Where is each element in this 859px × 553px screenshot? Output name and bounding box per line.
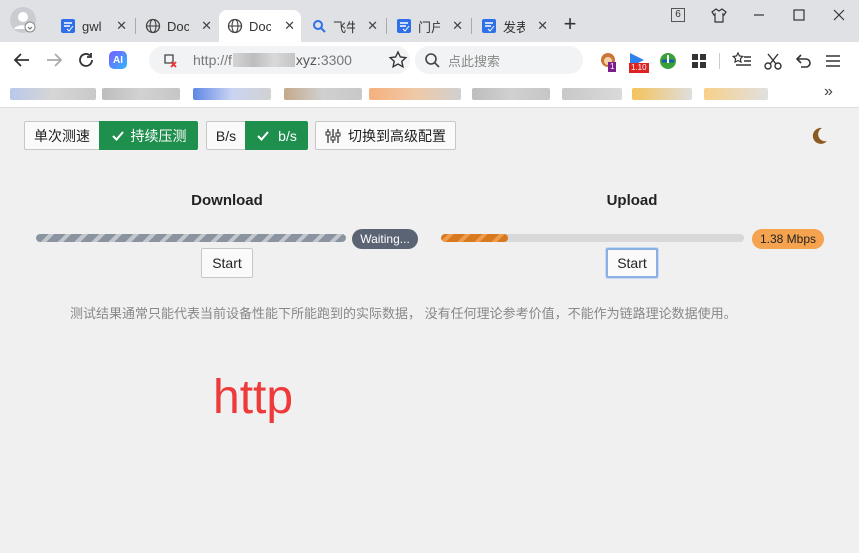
download-progress-bar bbox=[36, 234, 346, 242]
download-title: Download bbox=[191, 192, 263, 209]
tab-divider bbox=[386, 18, 387, 34]
menu-icon[interactable] bbox=[823, 51, 843, 71]
url-host-tail: xyz: bbox=[295, 52, 321, 68]
close-icon[interactable]: ✕ bbox=[284, 18, 295, 34]
bookmark-item[interactable] bbox=[704, 88, 768, 100]
page-content bbox=[0, 108, 859, 553]
globe-icon bbox=[145, 18, 161, 34]
bookmark-item[interactable] bbox=[632, 88, 692, 100]
search-box[interactable]: 点此搜索 bbox=[415, 46, 583, 74]
bookmark-item[interactable] bbox=[284, 88, 362, 100]
back-button[interactable] bbox=[10, 48, 34, 72]
form-icon bbox=[481, 18, 497, 34]
check-icon bbox=[257, 130, 269, 141]
insecure-lock-icon[interactable] bbox=[161, 51, 179, 69]
sliders-icon bbox=[325, 128, 341, 143]
address-bar[interactable]: http://f xyz: 3300 bbox=[149, 46, 410, 74]
search-icon bbox=[311, 18, 327, 34]
upload-progress-fill bbox=[441, 234, 508, 242]
extension-monkey-icon[interactable]: 1 bbox=[598, 51, 620, 73]
unit-bits-button[interactable]: b/s bbox=[245, 121, 308, 150]
extension-badge: 1 bbox=[608, 62, 617, 72]
new-tab-button[interactable]: + bbox=[560, 11, 580, 36]
tab-title: 飞牛 bbox=[333, 19, 355, 35]
tab-strip: gwl ✕ Doc ✕ Doc ✕ 飞牛 ✕ 门户 ✕ 发表 ✕ + 6 bbox=[0, 0, 859, 42]
tab-2[interactable]: Doc ✕ bbox=[137, 10, 218, 42]
tab-title: 门户 bbox=[418, 19, 440, 35]
tab-3-active[interactable]: Doc ✕ bbox=[219, 10, 301, 42]
profile-avatar[interactable] bbox=[10, 7, 36, 33]
reload-button[interactable] bbox=[74, 48, 98, 72]
scissors-icon[interactable] bbox=[763, 51, 783, 71]
dark-mode-moon-icon[interactable] bbox=[809, 126, 829, 146]
bookmark-star-icon[interactable] bbox=[388, 50, 408, 70]
close-icon[interactable]: ✕ bbox=[452, 18, 463, 34]
tab-title: gwl bbox=[82, 18, 102, 34]
bookmark-item[interactable] bbox=[472, 88, 550, 100]
bookmark-item[interactable] bbox=[562, 88, 622, 100]
tab-count-button[interactable]: 6 bbox=[667, 6, 689, 24]
url-redacted bbox=[232, 53, 295, 67]
advanced-config-button[interactable]: 切换到高级配置 bbox=[315, 121, 456, 150]
http-label: http bbox=[213, 371, 294, 424]
skin-icon[interactable] bbox=[708, 6, 730, 24]
download-status-badge: Waiting... bbox=[352, 229, 418, 249]
tab-1[interactable]: gwl ✕ bbox=[52, 10, 133, 42]
search-icon bbox=[424, 52, 440, 68]
tab-title: Doc bbox=[167, 18, 189, 34]
bookmarks-overflow-icon[interactable]: » bbox=[824, 84, 840, 100]
tab-4[interactable]: 飞牛 ✕ bbox=[303, 10, 384, 42]
ai-icon: AI bbox=[109, 51, 127, 69]
check-icon bbox=[111, 130, 124, 141]
advanced-config-label: 切换到高级配置 bbox=[348, 127, 446, 144]
form-icon bbox=[60, 18, 76, 34]
download-progress-fill bbox=[36, 234, 346, 242]
globe-icon bbox=[227, 18, 243, 34]
tab-count-badge: 6 bbox=[671, 8, 685, 22]
single-test-button[interactable]: 单次测速 bbox=[24, 121, 100, 150]
continuous-test-label: 持续压测 bbox=[130, 127, 187, 144]
unit-bits-label: b/s bbox=[278, 127, 297, 144]
form-icon bbox=[396, 18, 412, 34]
extension-download-icon[interactable] bbox=[658, 51, 678, 71]
close-icon[interactable]: ✕ bbox=[537, 18, 548, 34]
upload-title: Upload bbox=[606, 192, 658, 209]
tab-divider bbox=[135, 18, 136, 34]
url-port: 3300 bbox=[320, 52, 352, 68]
forward-button[interactable] bbox=[42, 48, 66, 72]
extension-play-icon[interactable]: 1.10 bbox=[627, 51, 651, 73]
maximize-button[interactable] bbox=[788, 6, 810, 24]
disclaimer-text: 测试结果通常只能代表当前设备性能下所能跑到的实际数据， 没有任何理论参考价值，不… bbox=[70, 306, 737, 321]
undo-icon[interactable] bbox=[793, 51, 813, 71]
extension-badge: 1.10 bbox=[629, 63, 649, 73]
upload-status-badge: 1.38 Mbps bbox=[752, 229, 824, 249]
favorites-list-icon[interactable] bbox=[731, 51, 752, 71]
url-scheme: http://f bbox=[193, 52, 232, 68]
bookmark-item[interactable] bbox=[193, 88, 271, 100]
tab-5[interactable]: 门户 ✕ bbox=[388, 10, 469, 42]
tab-title: 发表 bbox=[503, 19, 525, 35]
tab-divider bbox=[471, 18, 472, 34]
tab-6[interactable]: 发表 ✕ bbox=[473, 10, 554, 42]
download-start-button[interactable]: Start bbox=[201, 248, 253, 278]
close-icon[interactable]: ✕ bbox=[367, 18, 378, 34]
search-placeholder: 点此搜索 bbox=[448, 53, 501, 69]
close-icon[interactable]: ✕ bbox=[201, 18, 212, 34]
apps-grid-icon[interactable] bbox=[690, 52, 708, 70]
tab-title: Doc bbox=[249, 18, 271, 34]
minimize-button[interactable] bbox=[748, 6, 770, 24]
bookmark-item[interactable] bbox=[10, 88, 96, 100]
unit-bytes-button[interactable]: B/s bbox=[206, 121, 246, 150]
ai-assistant-button[interactable]: AI bbox=[106, 48, 130, 72]
upload-start-button[interactable]: Start bbox=[606, 248, 658, 278]
close-window-button[interactable] bbox=[828, 6, 850, 24]
close-icon[interactable]: ✕ bbox=[116, 18, 127, 34]
upload-progress-bar bbox=[441, 234, 744, 242]
bookmark-item[interactable] bbox=[369, 88, 461, 100]
continuous-test-button[interactable]: 持续压测 bbox=[99, 121, 198, 150]
bookmark-item[interactable] bbox=[102, 88, 180, 100]
toolbar-divider bbox=[719, 53, 720, 69]
